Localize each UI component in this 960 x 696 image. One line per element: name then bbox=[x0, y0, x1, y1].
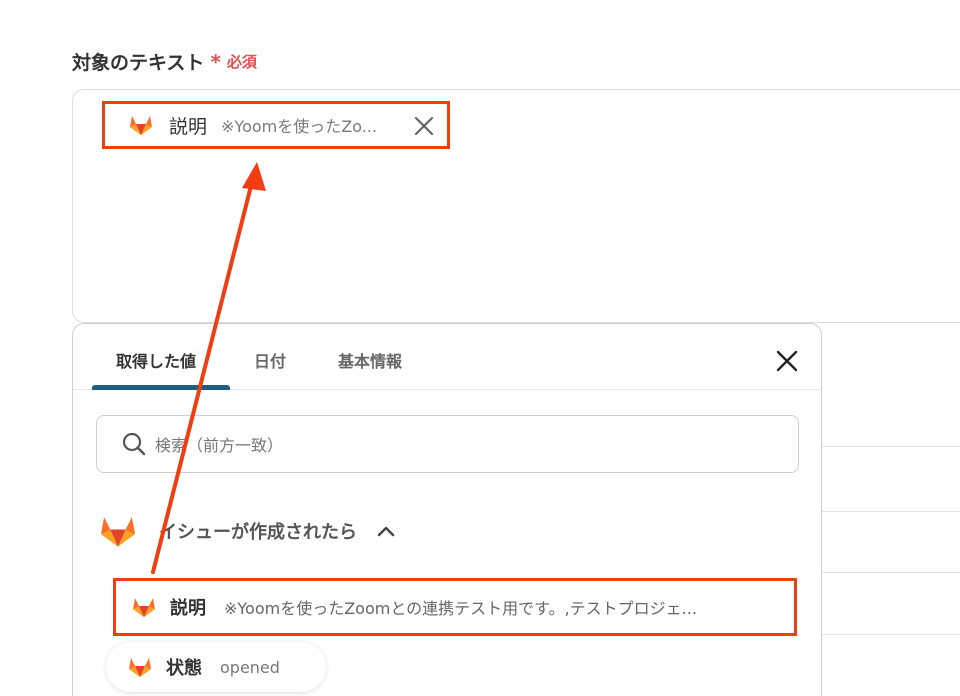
search-input[interactable]: 検索（前方一致） bbox=[96, 415, 799, 473]
tab-retrieved-values[interactable]: 取得した値 bbox=[116, 348, 196, 372]
item-value: ※Yoomを使ったZoomとの連携テスト用です。,テストプロジェ... bbox=[224, 599, 697, 618]
active-tab-indicator bbox=[92, 385, 230, 390]
tab-date[interactable]: 日付 bbox=[254, 348, 286, 372]
chip-label: 説明 bbox=[169, 115, 208, 138]
chip-value: ※Yoomを使ったZo... bbox=[221, 117, 377, 136]
required-mark: * bbox=[210, 49, 221, 74]
field-label-text: 対象のテキスト bbox=[72, 52, 205, 74]
group-header-issue-created[interactable]: イシューが作成されたら bbox=[99, 514, 395, 548]
selected-value-chip[interactable]: 説明 ※Yoomを使ったZo... bbox=[102, 101, 450, 149]
chevron-up-icon[interactable] bbox=[377, 525, 395, 537]
list-item-state[interactable]: 状態 opened bbox=[106, 642, 326, 692]
group-label: イシューが作成されたら bbox=[159, 522, 357, 543]
value-picker-popup: 取得した値 日付 基本情報 検索（前方一致） イシューが作成されたら bbox=[72, 323, 822, 696]
search-placeholder: 検索（前方一致） bbox=[155, 436, 284, 455]
gitlab-icon bbox=[101, 517, 135, 547]
search-icon bbox=[122, 432, 146, 456]
gitlab-icon bbox=[130, 116, 152, 135]
item-label: 状態 bbox=[166, 658, 202, 679]
required-text: 必須 bbox=[226, 53, 257, 71]
tab-bar: 取得した値 日付 基本情報 bbox=[73, 324, 821, 390]
item-value: opened bbox=[220, 657, 280, 677]
item-label: 説明 bbox=[170, 598, 206, 619]
list-item-description[interactable]: 説明 ※Yoomを使ったZoomとの連携テスト用です。,テストプロジェ... bbox=[113, 578, 797, 636]
gitlab-icon bbox=[133, 598, 155, 617]
gitlab-icon bbox=[129, 658, 151, 677]
tab-basic-info[interactable]: 基本情報 bbox=[338, 348, 402, 372]
close-icon[interactable] bbox=[774, 348, 800, 374]
field-label: 対象のテキスト * 必須 bbox=[72, 48, 257, 75]
close-icon[interactable] bbox=[413, 115, 435, 137]
